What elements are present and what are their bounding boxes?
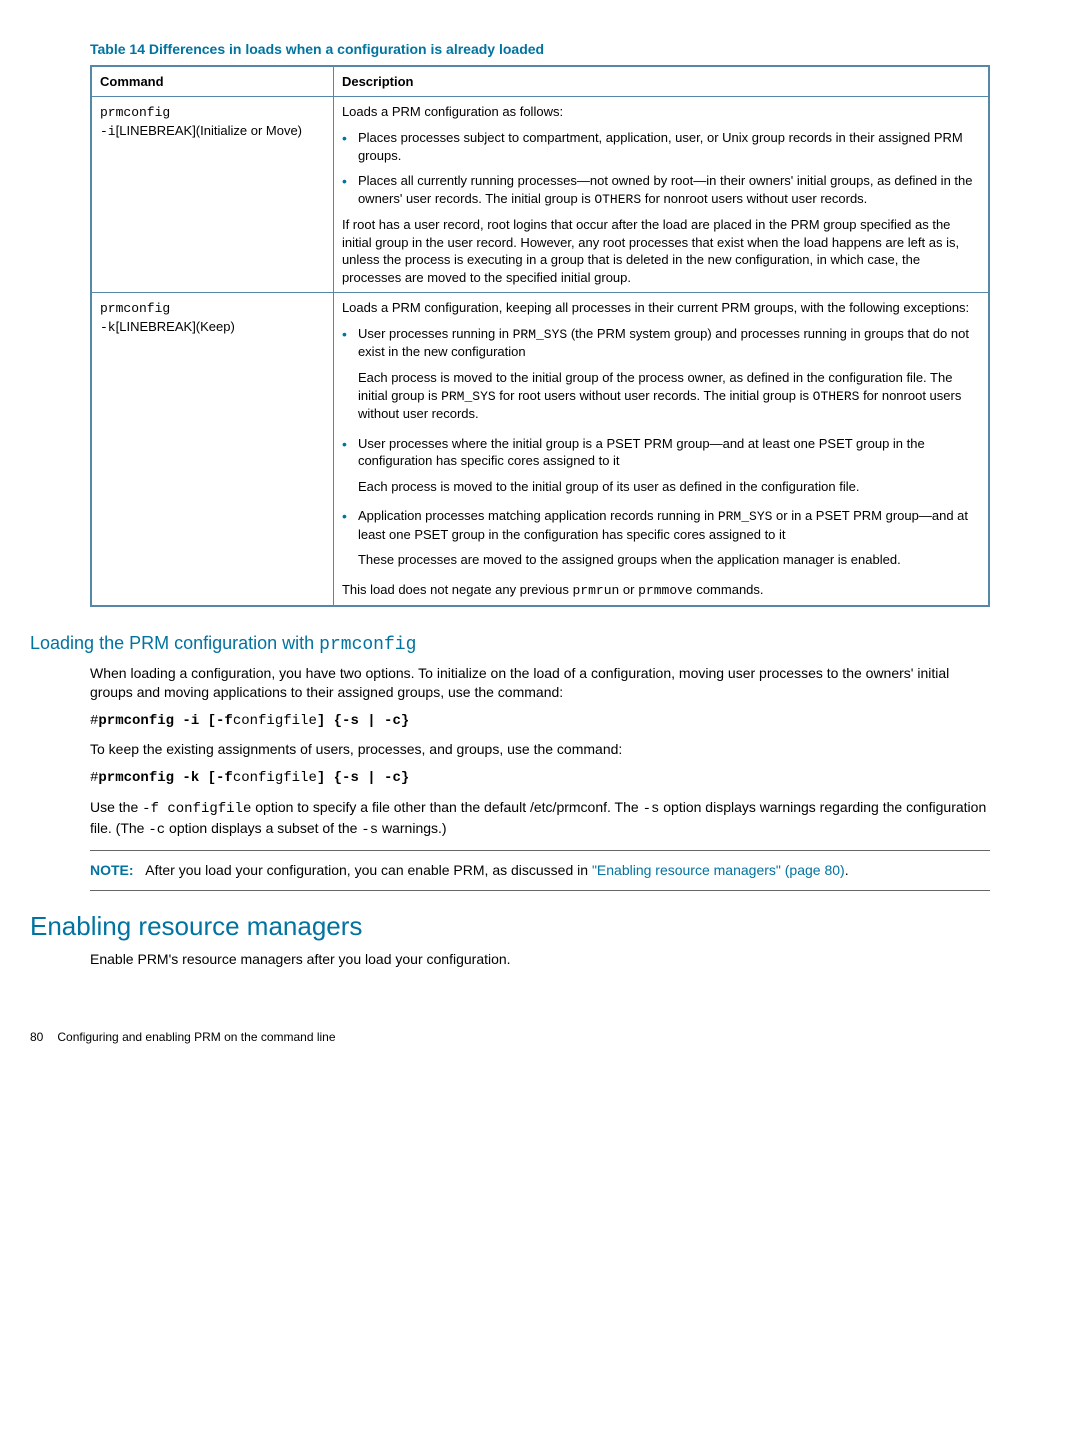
cmd-arg: configfile [233, 770, 317, 786]
note-text: After you load your configuration, you c… [145, 862, 592, 878]
bullet-text: for nonroot users without user records. [641, 191, 867, 206]
body-text: warnings.) [378, 820, 446, 836]
footer-text: Configuring and enabling PRM on the comm… [57, 1030, 335, 1044]
bullet-item: User processes running in PRM_SYS (the P… [342, 325, 980, 361]
sub-text: for root users without user records. The… [496, 388, 813, 403]
table-caption: Table 14 Differences in loads when a con… [90, 40, 990, 59]
heading-text: Loading the PRM configuration with [30, 633, 319, 653]
command-line: #prmconfig -i [-fconfigfile] {-s | -c} [90, 712, 990, 731]
note-link[interactable]: "Enabling resource managers" (page 80) [592, 862, 845, 878]
section-loading-heading: Loading the PRM configuration with prmco… [30, 631, 990, 657]
cmd-text: -i [100, 124, 116, 139]
inline-code: prmmove [638, 583, 693, 598]
tail-text: or [619, 582, 638, 597]
cell-command: prmconfig -k[LINEBREAK](Keep) [91, 293, 333, 607]
cmd-text: prmconfig [100, 301, 170, 316]
table-row: prmconfig -i[LINEBREAK](Initialize or Mo… [91, 97, 989, 293]
bullet-text: Application processes matching applicati… [358, 508, 718, 523]
bullet-item: User processes where the initial group i… [342, 435, 980, 470]
inline-code: -s [643, 801, 660, 817]
sub-para: These processes are moved to the assigne… [358, 551, 980, 569]
inline-code: OTHERS [813, 389, 860, 404]
body-text: Use the [90, 799, 142, 815]
table-header-row: Command Description [91, 66, 989, 97]
body-text: option to specify a file other than the … [251, 799, 642, 815]
bullet-item: Places processes subject to compartment,… [342, 129, 980, 164]
inline-code: PRM_SYS [718, 509, 773, 524]
note-text: . [845, 862, 849, 878]
sub-para: Each process is moved to the initial gro… [358, 478, 980, 496]
cmd-bold: prmconfig -k [-f [98, 770, 232, 786]
body-paragraph: When loading a configuration, you have t… [90, 664, 990, 702]
body-paragraph: Use the -f configfile option to specify … [90, 798, 990, 840]
inline-code: -s [361, 822, 378, 838]
body-paragraph: To keep the existing assignments of user… [90, 740, 990, 759]
inline-code: PRM_SYS [441, 389, 496, 404]
inline-code: PRM_SYS [513, 327, 568, 342]
inline-code: -f configfile [142, 801, 251, 817]
cmd-text: prmconfig [100, 105, 170, 120]
desc-lead: Loads a PRM configuration, keeping all p… [342, 299, 980, 317]
page-number: 80 [30, 1030, 43, 1044]
note-label: NOTE: [90, 862, 134, 878]
inline-code: prmrun [573, 583, 620, 598]
cmd-suffix: [LINEBREAK](Keep) [116, 319, 235, 334]
col-command: Command [91, 66, 333, 97]
desc-tail: This load does not negate any previous p… [342, 581, 980, 600]
cell-description: Loads a PRM configuration, keeping all p… [333, 293, 989, 607]
bullet-item: Application processes matching applicati… [342, 507, 980, 543]
heading-code: prmconfig [319, 635, 416, 655]
inline-code: OTHERS [594, 192, 641, 207]
command-line: #prmconfig -k [-fconfigfile] {-s | -c} [90, 769, 990, 788]
cell-command: prmconfig -i[LINEBREAK](Initialize or Mo… [91, 97, 333, 293]
separator [90, 850, 990, 851]
tail-text: commands. [693, 582, 764, 597]
sub-para: Each process is moved to the initial gro… [358, 369, 980, 423]
desc-lead: Loads a PRM configuration as follows: [342, 103, 980, 121]
bullet-text: User processes running in [358, 326, 513, 341]
tail-text: This load does not negate any previous [342, 582, 573, 597]
cmd-suffix: [LINEBREAK](Initialize or Move) [116, 123, 302, 138]
desc-para: If root has a user record, root logins t… [342, 216, 980, 286]
body-paragraph: Enable PRM's resource managers after you… [90, 950, 990, 969]
col-description: Description [333, 66, 989, 97]
differences-table: Command Description prmconfig -i[LINEBRE… [90, 65, 990, 608]
bullet-item: Places all currently running processes—n… [342, 172, 980, 208]
cmd-arg: configfile [233, 713, 317, 729]
cmd-bold: ] {-s | -c} [317, 713, 409, 729]
cell-description: Loads a PRM configuration as follows: Pl… [333, 97, 989, 293]
inline-code: -c [148, 822, 165, 838]
body-text: option displays a subset of the [165, 820, 361, 836]
table-row: prmconfig -k[LINEBREAK](Keep) Loads a PR… [91, 293, 989, 607]
cmd-bold: prmconfig -i [-f [98, 713, 232, 729]
section-enabling-heading: Enabling resource managers [30, 909, 990, 944]
note-paragraph: NOTE: After you load your configuration,… [90, 861, 990, 880]
cmd-bold: ] {-s | -c} [317, 770, 409, 786]
cmd-text: -k [100, 320, 116, 335]
page-footer: 80 Configuring and enabling PRM on the co… [30, 1029, 990, 1045]
separator [90, 890, 990, 891]
